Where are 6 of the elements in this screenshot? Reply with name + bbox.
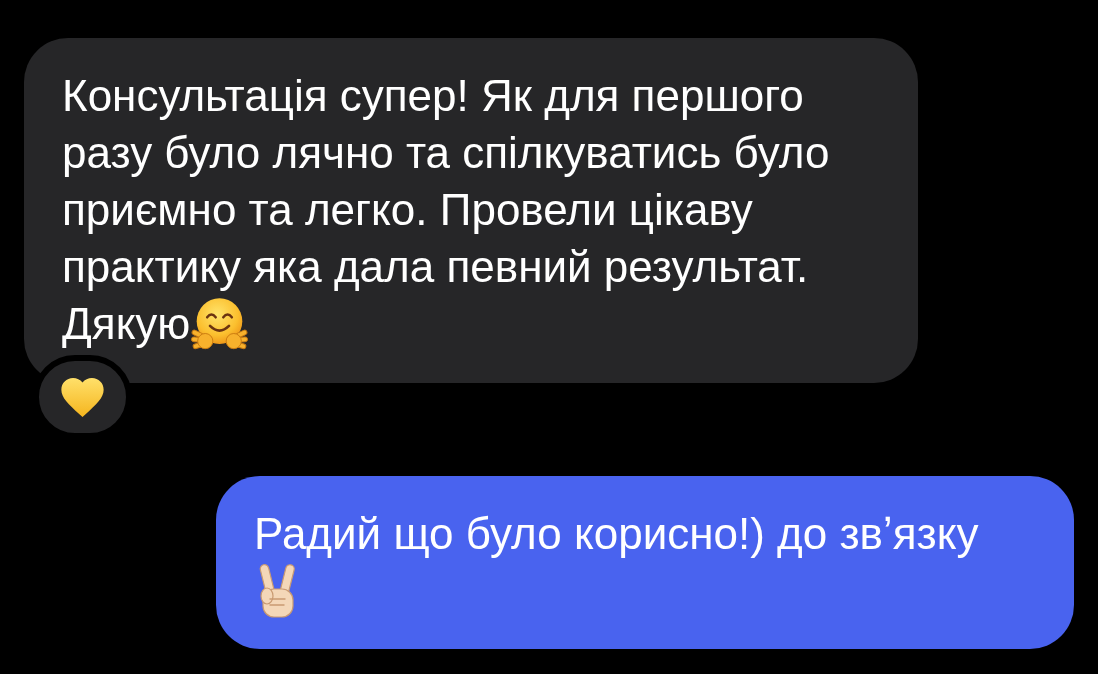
victory-hand-icon bbox=[258, 562, 298, 618]
message-text: Консультація супер! Як для першого разу було лячно та спілкуватись було приємно та легко. Провели цікаву практику яка дала певний результат. bbox=[62, 70, 831, 293]
message-text: Радий що було корисно!) до звʼязку bbox=[254, 508, 979, 560]
hugging-face-icon bbox=[191, 296, 249, 351]
heart-icon bbox=[61, 377, 104, 417]
message-text: Дякую bbox=[62, 298, 191, 350]
